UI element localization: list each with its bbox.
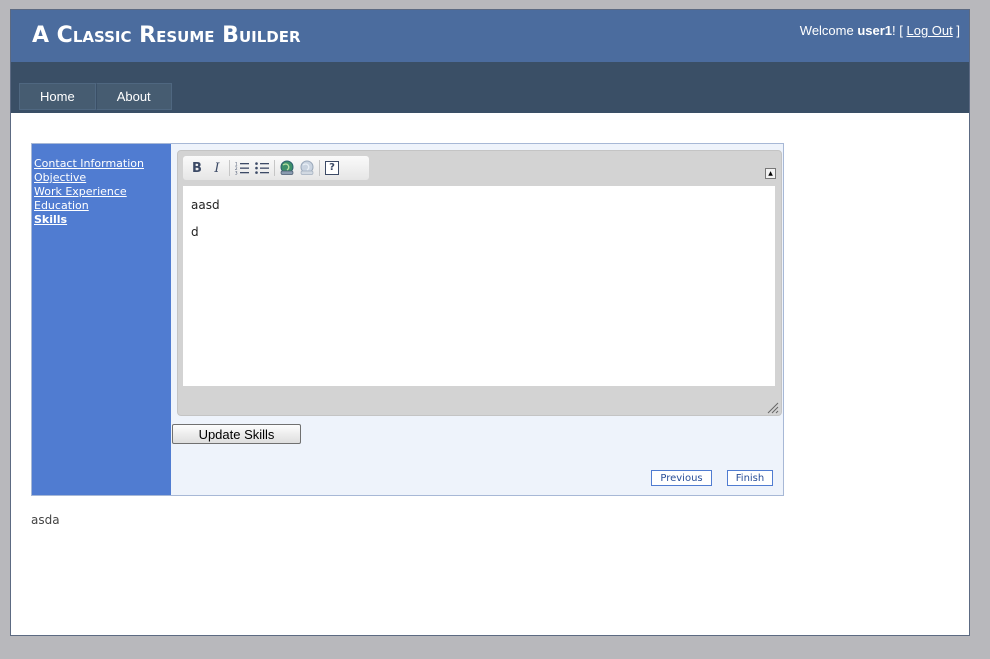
step-education[interactable]: Education — [34, 199, 144, 213]
insert-link-icon[interactable] — [277, 158, 297, 178]
bold-icon[interactable]: B — [187, 158, 207, 178]
rich-text-editor: B I 1 2 3 ? ▲ aasd d — [177, 150, 782, 416]
site-header: A Classic Resume Builder Welcome user1! … — [11, 10, 969, 62]
nav-bar: Home About — [11, 62, 969, 113]
step-contact-information[interactable]: Contact Information — [34, 157, 144, 171]
toolbar-separator — [319, 160, 320, 176]
bold-glyph: B — [192, 160, 202, 176]
italic-glyph: I — [214, 160, 220, 176]
username: user1 — [857, 23, 893, 38]
editor-paragraph: aasd — [191, 198, 220, 212]
page-container: A Classic Resume Builder Welcome user1! … — [10, 9, 970, 636]
wizard-steps: Contact Information Objective Work Exper… — [34, 157, 144, 227]
update-skills-button[interactable]: Update Skills — [172, 424, 301, 444]
bracket-close: ] — [952, 23, 960, 38]
welcome-suffix: ! [ — [892, 23, 907, 38]
italic-icon[interactable]: I — [207, 158, 227, 178]
site-title: A Classic Resume Builder — [32, 23, 301, 48]
main-menu: Home About — [19, 83, 172, 110]
page-footer-text: asda — [31, 513, 60, 527]
menu-item-about[interactable]: About — [95, 83, 172, 110]
svg-text:3: 3 — [235, 171, 238, 176]
step-objective[interactable]: Objective — [34, 171, 144, 185]
resume-wizard: Contact Information Objective Work Exper… — [31, 143, 784, 496]
toolbar-collapse-icon[interactable]: ▲ — [765, 168, 776, 179]
login-status: Welcome user1! [ Log Out ] — [800, 23, 960, 38]
menu-item-home[interactable]: Home — [19, 83, 96, 110]
numbered-list-icon[interactable]: 1 2 3 — [232, 158, 252, 178]
bullet-list-icon[interactable] — [252, 158, 272, 178]
help-glyph: ? — [325, 161, 339, 175]
skills-editor-area[interactable]: aasd d — [183, 186, 775, 386]
previous-button[interactable]: Previous — [651, 470, 712, 486]
editor-toolbar: B I 1 2 3 ? — [183, 156, 369, 180]
step-skills[interactable]: Skills — [34, 213, 144, 227]
finish-button[interactable]: Finish — [727, 470, 773, 486]
wizard-sidebar: Contact Information Objective Work Exper… — [32, 144, 171, 495]
toolbar-separator — [229, 160, 230, 176]
welcome-prefix: Welcome — [799, 23, 858, 38]
resize-grip-icon[interactable] — [765, 399, 779, 414]
editor-paragraph: d — [191, 225, 199, 239]
remove-link-icon[interactable] — [297, 158, 317, 178]
toolbar-separator — [274, 160, 275, 176]
logout-link[interactable]: Log Out — [907, 23, 953, 38]
help-icon[interactable]: ? — [322, 158, 342, 178]
step-work-experience[interactable]: Work Experience — [34, 185, 144, 199]
